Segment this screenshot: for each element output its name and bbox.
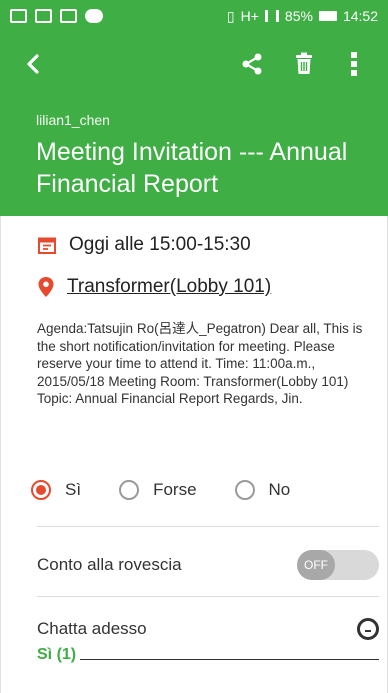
calendar-icon — [38, 237, 56, 254]
event-description: Agenda:Tatsujin Ro(呂達人_Pegatron) Dear al… — [37, 321, 363, 406]
vibrate-icon: ▯ — [226, 7, 235, 24]
section-divider-line — [80, 658, 379, 660]
more-vert-icon — [351, 52, 357, 76]
event-time-row: Oggi alle 15:00-15:30 — [37, 234, 251, 256]
back-arrow-icon — [27, 54, 39, 74]
battery-icon — [318, 11, 337, 21]
attendees-section-header: Sì (1) — [37, 646, 379, 664]
rsvp-yes[interactable]: Sì — [31, 480, 81, 500]
location-pin-icon — [38, 277, 54, 297]
signal-icon — [264, 10, 279, 22]
countdown-label: Conto alla rovescia — [37, 555, 182, 574]
divider — [37, 596, 379, 597]
calendar-notification-icon — [10, 9, 27, 23]
chat-row[interactable]: Chatta adesso — [37, 618, 379, 640]
attendees-yes-count: Sì (1) — [37, 646, 77, 663]
rsvp-maybe-label: Forse — [153, 480, 197, 499]
countdown-toggle[interactable]: OFF — [297, 550, 379, 580]
gmail-notification-icon — [60, 9, 77, 23]
event-owner: lilian1_chen — [36, 112, 110, 128]
toolbar — [0, 32, 388, 96]
share-button[interactable] — [232, 44, 272, 84]
rsvp-no[interactable]: No — [234, 480, 291, 500]
chat-icon[interactable] — [357, 618, 379, 640]
back-button[interactable] — [14, 44, 54, 84]
rsvp-yes-label: Sì — [65, 480, 82, 499]
app-bar: lilian1_chen Meeting Invitation --- Annu… — [0, 32, 388, 216]
radio-maybe[interactable] — [119, 480, 140, 500]
rsvp-no-label: No — [268, 480, 291, 499]
countdown-toggle-state: OFF — [297, 550, 335, 580]
divider — [37, 526, 379, 527]
share-icon — [242, 53, 262, 75]
event-location-row[interactable]: Transformer(Lobby 101) — [37, 276, 271, 298]
radio-yes[interactable] — [31, 480, 51, 500]
status-bar: ▯ H+ 85% 14:52 — [0, 0, 388, 32]
rsvp-group: Sì Forse No — [31, 480, 361, 500]
event-details: Oggi alle 15:00-15:30 Transformer(Lobby … — [0, 216, 388, 693]
chat-label: Chatta adesso — [37, 619, 147, 638]
trash-icon — [296, 52, 312, 74]
radio-no[interactable] — [234, 480, 255, 500]
battery-percent: 85% — [284, 8, 313, 24]
more-menu-button[interactable] — [334, 44, 374, 84]
rsvp-maybe[interactable]: Forse — [119, 480, 197, 500]
countdown-row: Conto alla rovescia OFF — [37, 550, 379, 580]
event-location-link[interactable]: Transformer(Lobby 101) — [67, 276, 271, 298]
delete-button[interactable] — [284, 44, 324, 84]
network-type: H+ — [240, 8, 259, 24]
line-notification-icon — [85, 9, 103, 23]
clock: 14:52 — [342, 8, 378, 24]
mail-notification-icon — [35, 9, 52, 23]
event-title: Meeting Invitation --- Annual Financial … — [36, 138, 348, 198]
notification-icons — [10, 9, 103, 23]
event-time: Oggi alle 15:00-15:30 — [69, 234, 251, 255]
